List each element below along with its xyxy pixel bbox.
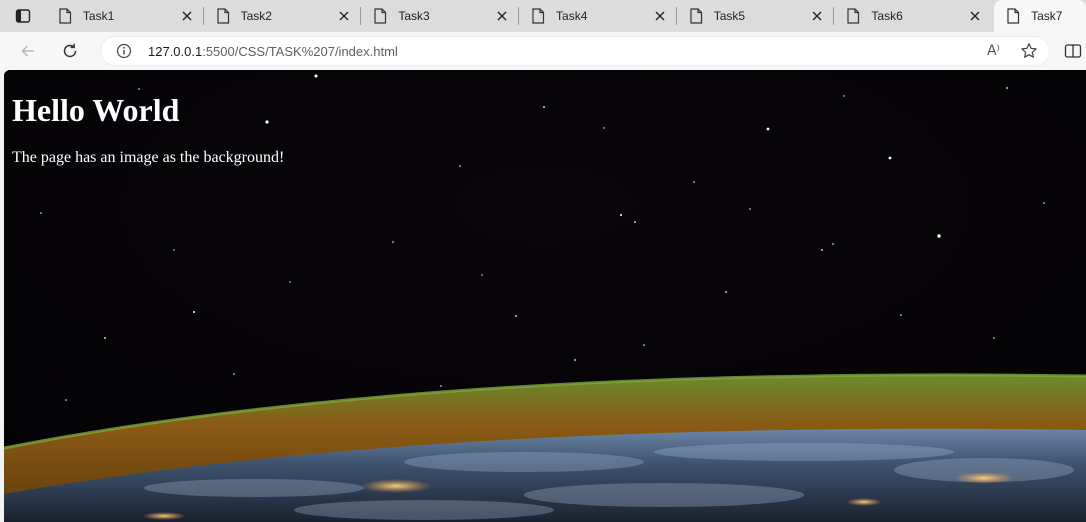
tab-label: Task3	[398, 9, 430, 23]
tab-close-button[interactable]	[337, 9, 351, 23]
page-icon	[847, 8, 860, 24]
tab-task2[interactable]: Task2	[204, 0, 362, 32]
page-icon	[690, 8, 702, 24]
read-aloud-icon[interactable]: A⁾	[987, 43, 1000, 59]
page-icon	[1007, 8, 1020, 24]
page-icon	[374, 8, 387, 24]
tab-label: Task5	[713, 9, 746, 23]
tab-label: Task2	[240, 9, 272, 23]
reload-button[interactable]	[52, 36, 88, 66]
page-paragraph: The page has an image as the background!	[12, 149, 285, 166]
star-icon[interactable]	[1020, 42, 1038, 60]
tab-label: Task6	[871, 9, 903, 23]
info-icon[interactable]	[116, 43, 132, 59]
back-button[interactable]	[10, 36, 46, 66]
tab-label: Task1	[82, 9, 115, 23]
address-bar[interactable]: 127.0.0.1:5500/CSS/TASK%207/index.html A…	[100, 36, 1050, 66]
close-icon	[655, 11, 665, 21]
tab-label: Task4	[556, 9, 588, 23]
tab-task5[interactable]: Task5	[677, 0, 835, 32]
reload-icon	[63, 43, 77, 58]
back-arrow-icon	[21, 45, 34, 57]
tab-close-button[interactable]	[180, 9, 194, 23]
page-content: Hello World The page has an image as the…	[12, 92, 284, 167]
url-host: 127.0.0.1	[148, 43, 203, 59]
close-icon	[497, 11, 507, 21]
tab-task7[interactable]: Task7	[994, 0, 1086, 32]
close-icon	[339, 11, 349, 21]
tab-task1[interactable]: Task1	[46, 0, 204, 32]
tab-strip: Task1 Task2 Task3 Task4 Task5 Task6 Task…	[0, 0, 1086, 32]
tab-task4[interactable]: Task4	[519, 0, 677, 32]
url-path: :5500/CSS/TASK%207/index.html	[202, 43, 398, 59]
tab-label: Task7	[1031, 9, 1063, 23]
page-icon	[532, 8, 545, 24]
split-screen-icon	[1064, 44, 1082, 58]
page-icon	[59, 8, 72, 24]
split-screen-button[interactable]	[1064, 36, 1086, 66]
address-bar-actions: A⁾	[987, 36, 1038, 66]
tab-close-button[interactable]	[495, 9, 509, 23]
close-icon	[970, 11, 980, 21]
tab-actions-icon	[15, 9, 31, 23]
close-icon	[812, 11, 822, 21]
tab-actions-button[interactable]	[0, 0, 46, 32]
close-icon	[182, 11, 192, 21]
tab-close-button[interactable]	[968, 9, 982, 23]
page-viewport: Hello World The page has an image as the…	[4, 70, 1086, 522]
tab-task3[interactable]: Task3	[361, 0, 519, 32]
tab-task6[interactable]: Task6	[834, 0, 992, 32]
page-icon	[217, 8, 229, 24]
tab-close-button[interactable]	[653, 9, 667, 23]
url-text[interactable]: 127.0.0.1:5500/CSS/TASK%207/index.html	[148, 44, 398, 59]
browser-toolbar: 127.0.0.1:5500/CSS/TASK%207/index.html A…	[0, 32, 1086, 70]
page-heading: Hello World	[12, 92, 180, 128]
tab-close-button[interactable]	[810, 9, 824, 23]
